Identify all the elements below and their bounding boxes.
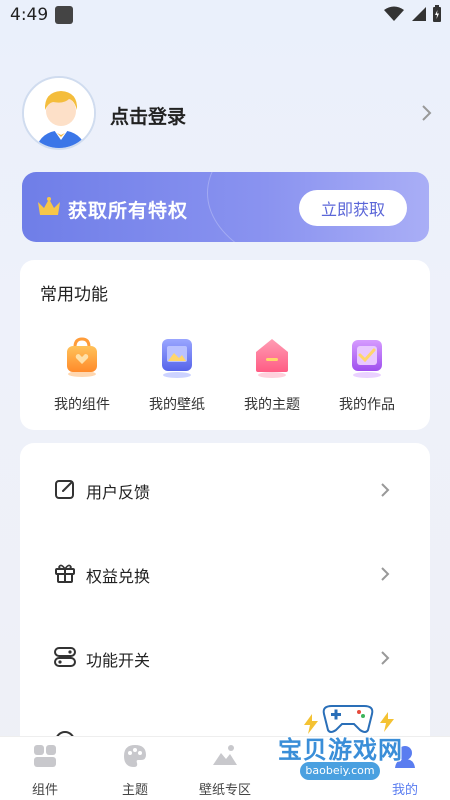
nav-label: 组件 (31, 783, 58, 798)
avatar[interactable] (22, 76, 96, 150)
menu-item-feature-switch[interactable]: 功能开关 (20, 628, 430, 688)
signal-icon (412, 7, 426, 21)
profile-login-row[interactable]: 点击登录 (22, 76, 432, 156)
crown-icon (38, 197, 60, 215)
feature-label: 我的主题 (244, 397, 300, 413)
nav-tab-themes[interactable]: 主题 (95, 743, 175, 799)
feature-label: 我的组件 (54, 397, 110, 413)
menu-item-redeem[interactable]: 权益兑换 (20, 544, 430, 604)
gift-icon (55, 564, 75, 583)
avatar-icon (24, 78, 94, 148)
feature-label: 我的作品 (339, 397, 395, 413)
chevron-right-icon (381, 567, 390, 581)
feature-my-widgets[interactable]: 我的组件 (42, 334, 122, 414)
check-icon (352, 340, 382, 378)
house-icon (256, 339, 288, 378)
login-prompt[interactable]: 点击登录 (110, 102, 186, 129)
menu-item-feedback[interactable]: 用户反馈 (20, 460, 430, 520)
watermark-logo: 宝贝游戏网 baobeiy.com (270, 700, 450, 800)
watermark-title: 宝贝游戏网 (278, 736, 403, 764)
battery-icon (433, 5, 441, 22)
edit-icon (55, 480, 74, 499)
watermark-url: baobeiy.com (300, 762, 380, 780)
nav-label: 主题 (121, 783, 148, 798)
feature-label: 我的壁纸 (149, 397, 205, 413)
nav-tab-widgets[interactable]: 组件 (5, 743, 85, 799)
chevron-right-icon (381, 651, 390, 665)
nav-label: 壁纸专区 (198, 783, 251, 798)
toggle-icon (54, 647, 76, 667)
get-now-button[interactable]: 立即获取 (299, 190, 407, 226)
section-title: 常用功能 (40, 285, 108, 305)
feature-my-works[interactable]: 我的作品 (327, 334, 407, 414)
status-time: 4:49 (10, 5, 49, 25)
menu-label: 功能开关 (86, 651, 151, 670)
menu-label: 权益兑换 (86, 567, 151, 586)
mountain-icon (213, 745, 237, 765)
menu-label: 用户反馈 (86, 483, 151, 502)
vip-banner[interactable]: 获取所有特权 立即获取 (22, 172, 429, 242)
lightning-icon (380, 712, 394, 732)
bag-icon (67, 337, 97, 377)
wifi-icon (384, 6, 404, 21)
palette-icon (124, 745, 146, 767)
picture-icon (162, 339, 192, 378)
chevron-right-icon (381, 483, 390, 497)
chevron-right-icon[interactable] (420, 104, 432, 122)
nav-tab-wallpapers[interactable]: 壁纸专区 (185, 743, 265, 799)
common-features-card: 常用功能 我的组件 我的壁纸 我的主题 我的作品 (20, 260, 430, 430)
status-bar: 4:49 (0, 0, 450, 32)
status-indicators (384, 5, 442, 23)
feature-my-wallpapers[interactable]: 我的壁纸 (137, 334, 217, 414)
widget-icon (34, 745, 56, 767)
vip-title: 获取所有特权 (68, 200, 189, 222)
feature-my-themes[interactable]: 我的主题 (232, 334, 312, 414)
notification-icon (55, 6, 73, 24)
